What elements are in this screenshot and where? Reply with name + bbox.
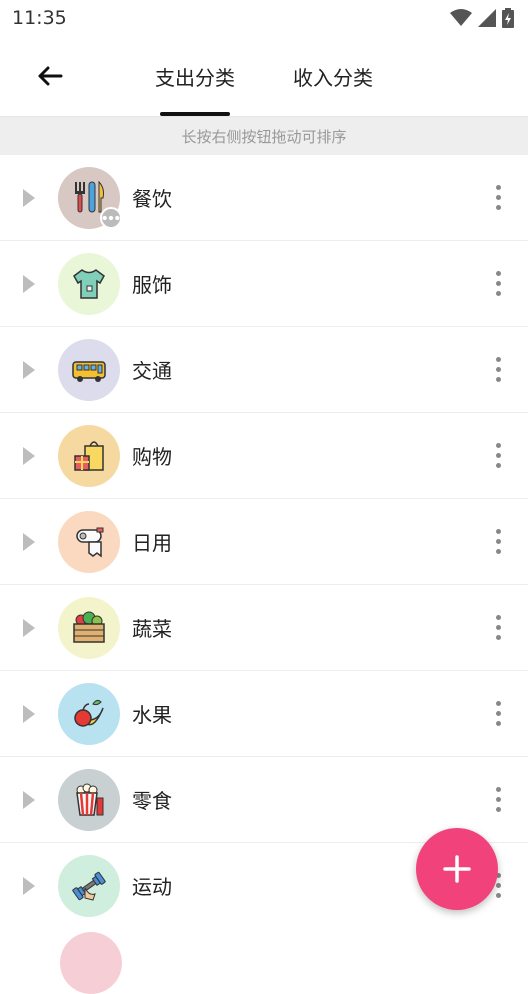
status-icons xyxy=(450,8,514,28)
category-row-transport[interactable]: 交通 xyxy=(0,327,528,413)
expand-button[interactable] xyxy=(0,790,58,809)
battery-icon xyxy=(502,8,514,28)
subcategory-badge xyxy=(100,206,122,229)
add-category-button[interactable] xyxy=(416,828,498,910)
category-label: 零食 xyxy=(132,789,172,813)
drag-handle[interactable] xyxy=(468,426,528,486)
triangle-right-icon xyxy=(23,532,35,551)
category-row-vegetables[interactable]: 蔬菜 xyxy=(0,585,528,671)
category-label: 购物 xyxy=(132,445,172,469)
tab-income-label: 收入分类 xyxy=(293,65,373,90)
triangle-right-icon xyxy=(23,274,35,293)
category-label: 蔬菜 xyxy=(132,617,172,641)
category-avatar xyxy=(58,596,120,659)
dumbbell-icon xyxy=(72,871,106,901)
tab-expense-label: 支出分类 xyxy=(155,65,235,90)
drag-handle[interactable] xyxy=(468,770,528,830)
tab-expense[interactable]: 支出分类 xyxy=(126,36,264,116)
expand-button[interactable] xyxy=(0,618,58,637)
status-bar: 11:35 xyxy=(0,0,528,36)
expand-button[interactable] xyxy=(0,704,58,723)
drag-handle[interactable] xyxy=(468,340,528,400)
shirt-icon xyxy=(73,268,105,299)
expand-button[interactable] xyxy=(0,532,58,551)
fruit-icon xyxy=(74,699,104,727)
triangle-right-icon xyxy=(23,618,35,637)
category-row-dining[interactable]: 餐饮 xyxy=(0,155,528,241)
bus-icon xyxy=(72,360,106,382)
category-label: 日用 xyxy=(132,531,172,555)
back-button[interactable] xyxy=(30,56,70,96)
triangle-right-icon xyxy=(23,446,35,465)
category-row-daily[interactable]: 日用 xyxy=(0,499,528,585)
category-avatar xyxy=(58,768,120,831)
tab-income[interactable]: 收入分类 xyxy=(264,36,402,116)
toilet-paper-icon xyxy=(76,527,104,557)
header: 支出分类 收入分类 xyxy=(0,36,528,117)
drag-handle[interactable] xyxy=(468,598,528,658)
category-label: 水果 xyxy=(132,703,172,727)
category-list: 餐饮 服饰 交通 购物 日用 蔬菜 水果 零食 运动 xyxy=(0,155,528,929)
status-time: 11:35 xyxy=(12,7,67,29)
category-avatar xyxy=(58,510,120,573)
drag-handle[interactable] xyxy=(468,684,528,744)
sort-hint: 长按右侧按钮拖动可排序 xyxy=(0,117,528,155)
triangle-right-icon xyxy=(23,188,35,207)
tab-bar: 支出分类 收入分类 xyxy=(0,36,528,116)
category-label: 交通 xyxy=(132,359,172,383)
category-row-clothing[interactable]: 服饰 xyxy=(0,241,528,327)
category-avatar xyxy=(58,854,120,917)
vegetable-crate-icon xyxy=(73,611,105,643)
drag-handle[interactable] xyxy=(468,512,528,572)
plus-icon xyxy=(443,855,471,883)
expand-button[interactable] xyxy=(0,446,58,465)
triangle-right-icon xyxy=(23,360,35,379)
expand-button[interactable] xyxy=(0,274,58,293)
category-avatar xyxy=(58,338,120,401)
category-row-fruit[interactable]: 水果 xyxy=(0,671,528,757)
category-avatar xyxy=(58,424,120,487)
drag-handle[interactable] xyxy=(468,168,528,228)
category-label: 服饰 xyxy=(132,273,172,297)
triangle-right-icon xyxy=(23,876,35,895)
category-avatar xyxy=(58,682,120,745)
arrow-left-icon xyxy=(38,66,63,86)
wifi-icon xyxy=(450,9,472,26)
triangle-right-icon xyxy=(23,790,35,809)
signal-icon xyxy=(478,9,496,27)
category-avatar-partial xyxy=(60,932,122,994)
category-avatar xyxy=(58,252,120,315)
shopping-bag-icon xyxy=(74,440,104,471)
expand-button[interactable] xyxy=(0,188,58,207)
tab-indicator xyxy=(160,112,230,116)
category-label: 餐饮 xyxy=(132,187,172,211)
expand-button[interactable] xyxy=(0,360,58,379)
category-avatar xyxy=(58,166,122,229)
popcorn-icon xyxy=(76,783,104,816)
triangle-right-icon xyxy=(23,704,35,723)
category-row-shopping[interactable]: 购物 xyxy=(0,413,528,499)
drag-handle[interactable] xyxy=(468,254,528,314)
expand-button[interactable] xyxy=(0,876,58,895)
